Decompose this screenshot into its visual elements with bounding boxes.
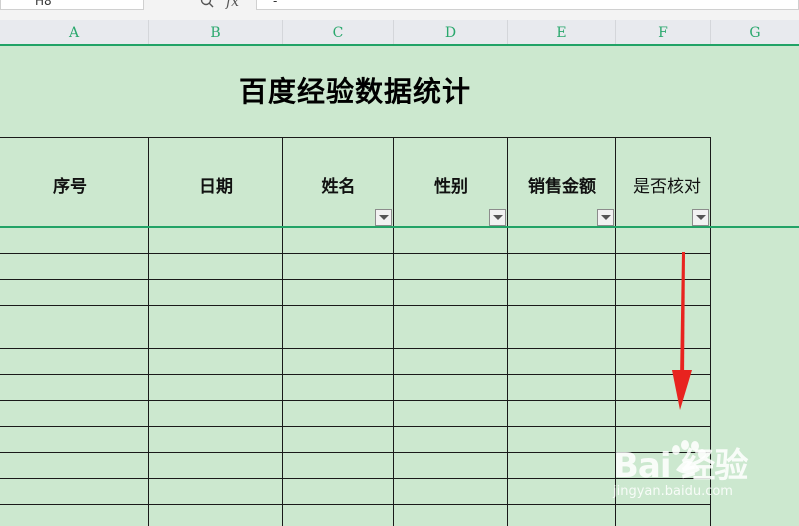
- grid-line: [0, 348, 711, 349]
- grid-line: [0, 253, 711, 254]
- header-cell-gender[interactable]: 性别: [394, 172, 508, 197]
- grid-line: [0, 478, 711, 479]
- header-cell-date[interactable]: 日期: [149, 172, 283, 197]
- search-icon[interactable]: [200, 0, 214, 8]
- fx-label[interactable]: fx: [226, 0, 239, 10]
- column-header-f[interactable]: F: [616, 20, 711, 44]
- watermark-url: jingyan.baidu.com: [613, 484, 733, 499]
- column-header-b[interactable]: B: [149, 20, 283, 44]
- column-header-e[interactable]: E: [508, 20, 616, 44]
- column-header-c[interactable]: C: [283, 20, 394, 44]
- filter-dropdown-button[interactable]: [375, 209, 392, 226]
- grid-line: [0, 400, 711, 401]
- header-cell-index[interactable]: 序号: [0, 172, 140, 197]
- filter-dropdown-button[interactable]: [489, 209, 506, 226]
- baidu-watermark: Bai 经验 jingyan.baidu.com: [613, 438, 799, 508]
- column-header-d[interactable]: D: [394, 20, 508, 44]
- header-cell-checked[interactable]: 是否核对: [616, 172, 718, 197]
- grid-line: [0, 426, 711, 427]
- header-cell-sales[interactable]: 销售金额: [508, 172, 616, 197]
- grid-line: [0, 452, 711, 453]
- formula-bar: H8 fx -: [0, 0, 799, 21]
- formula-input[interactable]: -: [256, 0, 799, 10]
- grid-line: [0, 374, 711, 375]
- column-header-bar: A B C D E F G: [0, 20, 799, 46]
- column-header-g[interactable]: G: [711, 20, 799, 44]
- grid-line: [0, 279, 711, 280]
- red-arrow-annotation: [672, 252, 692, 410]
- name-box[interactable]: H8: [0, 0, 144, 10]
- column-header-a[interactable]: A: [0, 20, 149, 44]
- sheet-title[interactable]: 百度经验数据统计: [0, 70, 710, 110]
- header-cell-name[interactable]: 姓名: [283, 172, 394, 197]
- grid-line: [0, 305, 711, 306]
- filter-dropdown-button[interactable]: [597, 209, 614, 226]
- watermark-logo: Bai 经验: [613, 446, 748, 486]
- freeze-pane-line: [0, 226, 799, 228]
- grid-line: [0, 137, 711, 138]
- grid-line: [0, 504, 711, 505]
- filter-dropdown-button[interactable]: [692, 209, 709, 226]
